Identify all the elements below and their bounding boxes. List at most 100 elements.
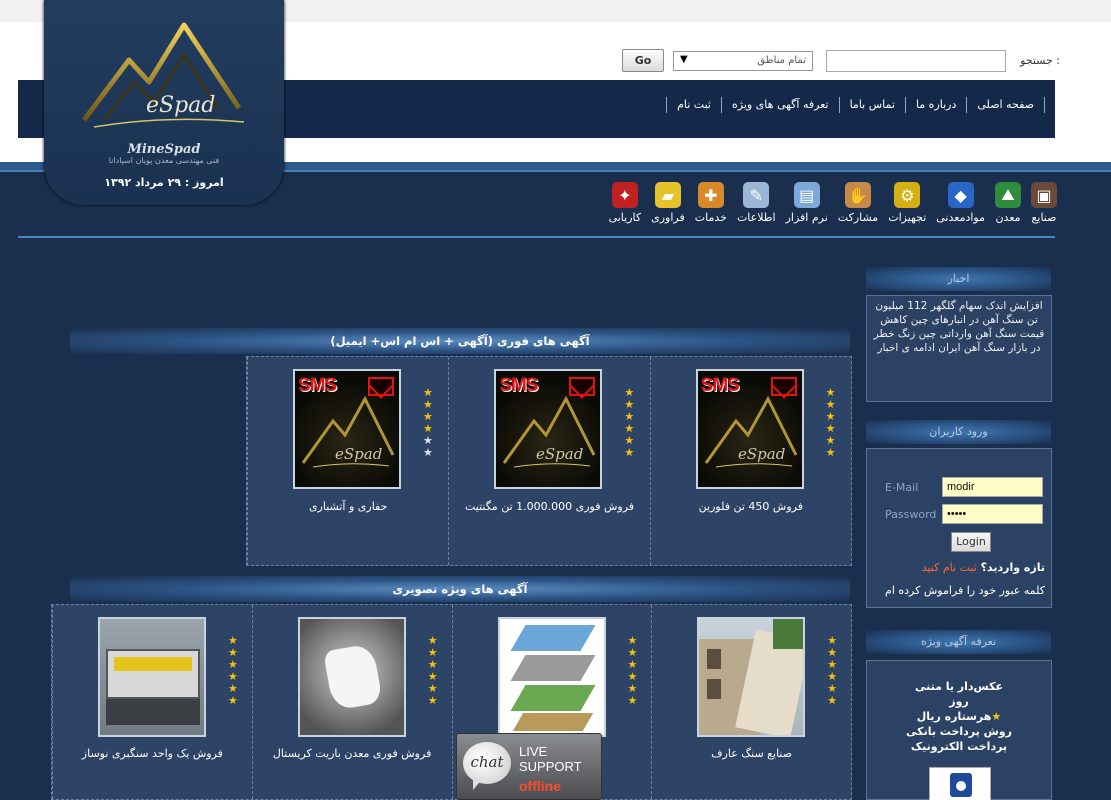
nav-about[interactable]: درباره ما (904, 97, 968, 113)
nav-home[interactable]: صفحه اصلی (966, 97, 1045, 113)
news-box[interactable]: افزایش اندک سهام گلگهر 112 میلیون تن سنگ… (866, 295, 1052, 402)
category-item-5[interactable]: ▤ نرم افزار (783, 182, 831, 232)
star-icon: ★ (627, 646, 638, 659)
rating-stars: ★ ★ ★ ★ ★ ★ (228, 635, 240, 706)
star-icon: ★ (427, 634, 438, 647)
login-button[interactable]: Login (951, 532, 991, 552)
category-item-6[interactable]: ✎ اطلاعات (734, 182, 779, 232)
category-item-7[interactable]: ✚ خدمات (692, 182, 730, 232)
login-header: ورود کاربران (866, 420, 1051, 444)
category-label: فراوری (651, 211, 685, 224)
star-icon: ★ (991, 710, 1002, 723)
tariff-line-5: پرداخت الکترونیک (910, 740, 1008, 753)
sms-logo-thumb[interactable]: SMS eSpad (494, 369, 603, 489)
ad-title[interactable]: فروش فوری معدن باریت کریستال (253, 747, 452, 760)
star-icon: ★ (228, 646, 238, 659)
star-icon: ★ (427, 670, 438, 683)
ad-title[interactable]: فروش فوری 1.000.000 تن مگنتیت (449, 500, 649, 513)
star-icon: ★ (624, 446, 635, 459)
star-icon: ★ (423, 398, 433, 411)
email-field[interactable] (942, 477, 1043, 497)
star-icon: ★ (624, 434, 635, 447)
email-label: E-Mail (885, 481, 919, 494)
category-item-0[interactable]: ▣ صنایع (1028, 182, 1060, 232)
handshake-icon: ✋ (845, 182, 871, 208)
password-field[interactable] (942, 504, 1043, 524)
star-icon: ★ (423, 422, 433, 435)
category-item-3[interactable]: ⚙ تجهیزات (885, 182, 929, 232)
rating-stars: ★ ★ ★ ★ ★ ★ (628, 635, 640, 706)
password-label: Password (885, 508, 937, 521)
star-icon: ★ (827, 634, 838, 647)
sms-logo-thumb[interactable]: SMS eSpad (293, 369, 402, 489)
ad-card[interactable]: SMS eSpad ★ ★ ★ ★ ★ ★ فروش فوری 1.000.000 تن مگن… (448, 357, 649, 565)
tariff-line-2: روز (949, 695, 969, 708)
star-icon: ★ (228, 694, 238, 707)
star-icon: ★ (427, 646, 438, 659)
category-label: معدن (995, 211, 1021, 224)
category-item-2[interactable]: ◆ موادمعدنی (933, 182, 988, 232)
ad-title[interactable]: فروش 450 تن فلورین (651, 500, 851, 513)
nav-ad-tariff[interactable]: تعرفه آگهی های ویژه (720, 97, 840, 113)
rating-stars: ★ ★ ★ ★ ★ ★ (423, 387, 435, 458)
ad-card[interactable]: SMS eSpad ★ ★ ★ ★ ★ ★ حفاری و آتشباری (247, 357, 448, 565)
region-select[interactable]: ▼ تمام مناطق (673, 51, 813, 71)
sms-logo-thumb[interactable]: SMS eSpad (695, 369, 804, 489)
category-item-9[interactable]: ✦ کاریابی (606, 182, 645, 232)
gis-layers-thumb[interactable] (497, 617, 606, 737)
ad-card[interactable]: ★ ★ ★ ★ ★ ★ صنایع سنگ عارف (651, 605, 851, 799)
star-icon: ★ (423, 446, 433, 459)
category-item-1[interactable]: ⛰ معدن (992, 182, 1024, 232)
star-icon: ★ (627, 634, 638, 647)
stone-building-thumb[interactable] (697, 617, 806, 737)
ad-card[interactable]: ★ ★ ★ ★ ★ ★ فروش فوری معدن باریت کریستال (251, 605, 452, 799)
go-button[interactable]: Go (622, 49, 664, 72)
tariff-header: تعرفه آگهی ویژه (866, 630, 1051, 654)
category-item-4[interactable]: ✋ مشارکت (835, 182, 881, 232)
mountain-logo-icon: eSpad (82, 22, 245, 128)
category-label: موادمعدنی (936, 211, 985, 224)
mountain-logo-icon: eSpad (301, 395, 395, 468)
ad-card[interactable]: SMS eSpad ★ ★ ★ ★ ★ ★ فروش 450 تن فلورین (649, 357, 851, 565)
crystal-mineral-thumb[interactable] (297, 617, 406, 737)
tariff-line-1: عکس‌دار یا متنی (914, 680, 1004, 693)
ad-title[interactable]: صنایع سنگ عارف (652, 747, 851, 760)
search-input[interactable] (826, 50, 1006, 72)
tariff-box: عکس‌دار یا متنی روز ★هرستاره ریال روش پر… (866, 660, 1052, 800)
search-label: جستجو : (1020, 54, 1060, 67)
ad-card[interactable]: ★ ★ ★ ★ ★ ★ فروش یک واحد سنگبری نوساز (52, 605, 252, 799)
star-icon: ★ (427, 694, 438, 707)
category-bar: ▣ صنایع ⛰ معدن ◆ موادمعدنی ⚙ تجهیزات ✋ مشارکت ▤ نرم… (530, 182, 1060, 232)
machinery-thumb[interactable] (98, 617, 206, 737)
dropdown-arrow-icon: ▼ (680, 54, 688, 65)
featured-ads-header: آگهی های ویژه تصویری (70, 576, 850, 602)
new-user-question: تازه واردید؟ (980, 561, 1045, 574)
star-icon: ★ (827, 682, 838, 695)
rating-stars: ★ ★ ★ ★ ★ ★ (428, 635, 440, 706)
nav-contact[interactable]: تماس باما (838, 97, 906, 113)
live-support-label: LIVE SUPPORT (519, 744, 582, 774)
today-date: امروز : ۲۹ مرداد ۱۳۹۲ (104, 176, 224, 189)
rating-stars: ★ ★ ★ ★ ★ ★ (624, 387, 636, 458)
software-icon: ▤ (793, 182, 820, 208)
register-link[interactable]: ثبت نام کنید (922, 561, 977, 574)
logo-name: MineSpad (127, 142, 201, 157)
forgot-password-link[interactable]: کلمه عبور خود را فراموش کرده ام (885, 584, 1045, 597)
new-user-prompt: تازه واردید؟ ثبت نام کنید (922, 561, 1045, 574)
star-icon: ★ (624, 398, 635, 411)
category-item-8[interactable]: ▰ فراوری (648, 182, 688, 232)
logo-panel[interactable]: eSpad MineSpad فنی مهندسی معدن پویان اسپ… (44, 0, 284, 205)
ad-title[interactable]: حفاری و آتشباری (248, 500, 448, 513)
nav-register[interactable]: ثبت نام (666, 97, 722, 113)
support-status: offline (519, 778, 561, 794)
star-icon: ★ (228, 634, 238, 647)
jobs-icon: ✦ (611, 182, 638, 208)
support-label: SUPPORT (519, 759, 582, 774)
star-icon: ★ (825, 398, 836, 411)
bank-logo[interactable] (929, 767, 991, 800)
news-header: اخبار (866, 267, 1051, 291)
ad-title[interactable]: فروش یک واحد سنگبری نوساز (53, 747, 252, 760)
info-icon: ✎ (743, 182, 770, 208)
svg-text:eSpad: eSpad (146, 93, 215, 118)
live-support-widget[interactable]: chat LIVE SUPPORT offline (456, 733, 602, 800)
